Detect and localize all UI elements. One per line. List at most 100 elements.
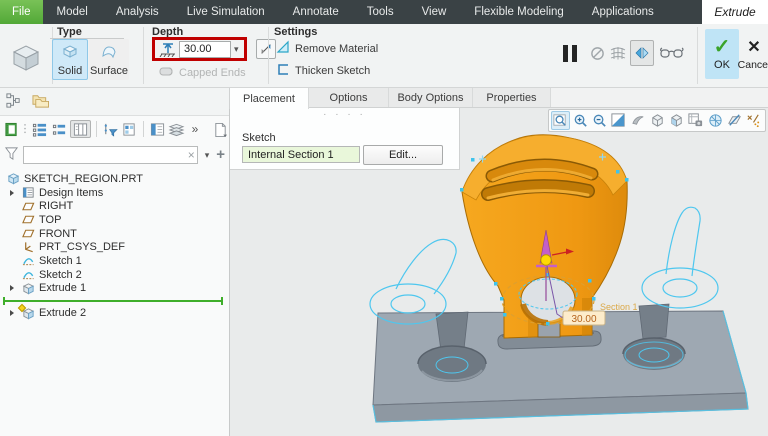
flip-direction-button[interactable]: [256, 39, 276, 59]
model-tree-tab-icon[interactable]: [5, 92, 22, 112]
repaint-icon[interactable]: [629, 111, 647, 130]
panel-drag-handle[interactable]: · · · ·: [230, 109, 459, 120]
sketch-display-icon[interactable]: [745, 111, 763, 130]
depth-highlight-box: 30.00 ▾: [152, 37, 247, 61]
navigator-tabs: [0, 88, 229, 116]
capped-ends-label: Capped Ends: [179, 67, 246, 79]
cancel-button[interactable]: ✕ Cancel: [740, 33, 768, 77]
tree-row-right-plane[interactable]: RIGHT: [0, 199, 229, 213]
datum-plane-icon: [22, 227, 35, 240]
unattached-preview-icon[interactable]: [610, 45, 626, 64]
toolbar-overflow-button[interactable]: »: [188, 120, 201, 138]
section-name-label: Section 1: [600, 302, 638, 312]
zoom-in-icon[interactable]: [571, 111, 589, 130]
menu-tab-annotate[interactable]: Annotate: [279, 0, 353, 24]
ok-label: OK: [714, 59, 730, 71]
svg-text:30.00: 30.00: [571, 314, 596, 325]
zoom-out-icon[interactable]: [590, 111, 608, 130]
folder-browser-tab-icon[interactable]: [30, 92, 51, 112]
search-options-caret[interactable]: ▾: [202, 150, 213, 161]
expand-all-icon[interactable]: [31, 120, 48, 138]
menu-tab-analysis[interactable]: Analysis: [102, 0, 173, 24]
depth-type-icon[interactable]: [157, 40, 179, 58]
sketch-icon: [22, 268, 35, 281]
notebook-icon[interactable]: [3, 120, 20, 138]
tree-row-front-plane[interactable]: FRONT: [0, 227, 229, 241]
menu-tab-view[interactable]: View: [408, 0, 461, 24]
menu-tab-live-simulation[interactable]: Live Simulation: [173, 0, 279, 24]
tree-row-top-plane[interactable]: TOP: [0, 213, 229, 227]
extrude-feature-icon: [8, 38, 44, 74]
tree-row-sketch-1[interactable]: Sketch 1: [0, 254, 229, 268]
filter-funnel-icon[interactable]: [4, 146, 19, 164]
menu-tab-tools[interactable]: Tools: [353, 0, 408, 24]
extrude-icon: [22, 307, 35, 320]
tree-search-input[interactable]: [23, 146, 198, 164]
remove-material-toggle[interactable]: Remove Material: [276, 40, 378, 57]
tree-row-label: Sketch 2: [39, 269, 82, 281]
capped-ends-checkbox[interactable]: Capped Ends: [158, 65, 246, 80]
expand-arrow-icon[interactable]: [10, 310, 18, 316]
pause-button[interactable]: [563, 45, 577, 62]
tab-properties[interactable]: Properties: [473, 88, 551, 107]
display-style-icon[interactable]: [648, 111, 666, 130]
tree-row-design-items[interactable]: Design Items: [0, 186, 229, 200]
tree-row-extrude-2[interactable]: Extrude 2: [0, 306, 229, 320]
solid-button[interactable]: Solid: [52, 39, 88, 80]
menu-tab-applications[interactable]: Applications: [578, 0, 668, 24]
expand-arrow-icon[interactable]: [10, 190, 18, 196]
saved-orientations-icon[interactable]: [667, 111, 685, 130]
type-group-label: Type: [57, 26, 82, 38]
creo-window: File Model Analysis Live Simulation Anno…: [0, 0, 768, 436]
add-filter-button[interactable]: +: [216, 148, 225, 162]
dashboard-tab-strip: Placement Options Body Options Propertie…: [230, 88, 768, 108]
surface-label: Surface: [90, 65, 128, 77]
menu-tab-file[interactable]: File: [0, 0, 43, 24]
expand-arrow-icon[interactable]: [10, 285, 18, 291]
annotation-display-icon[interactable]: [725, 111, 743, 130]
tree-row-sketch-2[interactable]: Sketch 2: [0, 268, 229, 282]
surface-icon: [100, 43, 118, 62]
tree-row-extrude-1[interactable]: Extrude 1: [0, 282, 229, 296]
tab-placement[interactable]: Placement: [229, 88, 309, 109]
depth-dimension-label[interactable]: 30.00: [563, 311, 605, 325]
tree-options-icon[interactable]: [121, 120, 138, 138]
datum-display-icon[interactable]: [706, 111, 724, 130]
solid-icon: [61, 43, 79, 62]
context-tab-extrude[interactable]: Extrude: [702, 0, 768, 24]
view-manager-icon[interactable]: [687, 111, 705, 130]
tree-row-csys[interactable]: PRT_CSYS_DEF: [0, 240, 229, 254]
part-icon: [7, 172, 20, 185]
toolbar-drag-handle[interactable]: [23, 120, 29, 138]
zoom-region-icon[interactable]: [551, 111, 570, 130]
edit-sketch-button[interactable]: Edit...: [363, 145, 443, 165]
depth-value-input[interactable]: 30.00: [179, 41, 231, 58]
surface-button[interactable]: Surface: [89, 39, 129, 80]
datum-plane-icon: [22, 200, 35, 213]
no-preview-icon[interactable]: [590, 46, 605, 64]
csys-icon: [22, 241, 35, 254]
glasses-preview-icon[interactable]: [660, 46, 684, 63]
remove-material-label: Remove Material: [295, 43, 378, 55]
thicken-sketch-toggle[interactable]: Thicken Sketch: [276, 62, 370, 79]
tab-body-options[interactable]: Body Options: [389, 88, 473, 107]
datum-plane-icon: [22, 213, 35, 226]
refit-icon[interactable]: [610, 111, 628, 130]
tree-columns-icon[interactable]: [70, 120, 90, 138]
clear-search-icon[interactable]: ×: [188, 147, 195, 163]
ok-button[interactable]: ✓ OK: [705, 29, 739, 79]
attached-preview-button[interactable]: [630, 40, 654, 66]
tree-filters-icon[interactable]: [102, 120, 119, 138]
depth-dropdown-caret[interactable]: ▾: [231, 44, 242, 55]
show-panel-icon[interactable]: [149, 120, 166, 138]
insert-here-locator[interactable]: [0, 296, 229, 305]
layers-icon[interactable]: [168, 120, 185, 138]
menu-tab-model[interactable]: Model: [43, 0, 102, 24]
sketch-reference-field[interactable]: Internal Section 1: [242, 146, 360, 163]
extrude-icon: [22, 282, 35, 295]
menu-tab-flexible-modeling[interactable]: Flexible Modeling: [460, 0, 578, 24]
tree-settings-doc-icon[interactable]: [212, 120, 229, 138]
collapse-all-icon[interactable]: [51, 120, 68, 138]
tab-options[interactable]: Options: [309, 88, 389, 107]
tree-row-root[interactable]: SKETCH_REGION.PRT: [0, 172, 229, 186]
